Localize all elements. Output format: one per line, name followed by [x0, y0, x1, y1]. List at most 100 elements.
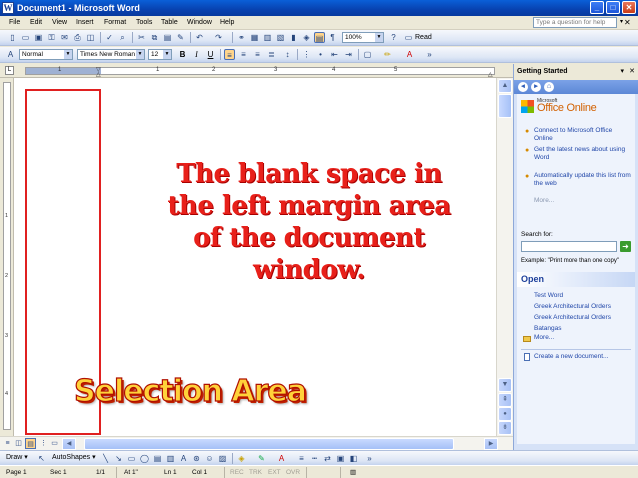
help-search-input[interactable]: Type a question for help [533, 17, 617, 28]
latest-news-link[interactable]: Get the latest news about using Word [534, 146, 632, 162]
fill-color-icon[interactable]: ◈ [236, 453, 247, 464]
show-hide-icon[interactable]: ¶ [327, 32, 338, 43]
read-icon[interactable]: ▭ [403, 32, 414, 43]
underline-button[interactable]: U [205, 49, 216, 60]
line-color-icon[interactable]: ✎ [256, 453, 267, 464]
autoshapes-menu-button[interactable]: AutoShapes ▾ [52, 453, 96, 463]
recent-file-link[interactable]: Greek Architectural Orders [534, 303, 611, 310]
document-page[interactable]: The blank space in the left margin area … [14, 78, 496, 436]
task-pane-header[interactable]: Getting Started ▾ ✕ [514, 64, 638, 80]
status-ovr[interactable]: OVR [286, 468, 300, 477]
right-indent-icon[interactable]: △ [488, 71, 493, 78]
rectangle-icon[interactable]: ▭ [126, 453, 137, 464]
menu-format[interactable]: Format [104, 18, 126, 28]
print-layout-icon[interactable]: ▤ [25, 438, 36, 449]
document-map-icon[interactable]: ▤ [314, 32, 325, 43]
recent-file-link[interactable]: Batangas [534, 325, 561, 332]
paste-icon[interactable]: ▤ [162, 32, 173, 43]
help-icon[interactable]: ? [388, 32, 399, 43]
save-icon[interactable]: ▣ [33, 32, 44, 43]
excel-icon[interactable]: ▧ [275, 32, 286, 43]
draw-menu-button[interactable]: Draw ▾ [6, 453, 28, 463]
menu-tools[interactable]: Tools [136, 18, 152, 28]
search-input[interactable] [521, 241, 617, 252]
spelling-status-icon[interactable]: ▥ [350, 468, 356, 477]
vertical-ruler[interactable]: 1 2 3 4 [0, 78, 14, 436]
minimize-button[interactable]: _ [590, 1, 604, 14]
arrow-icon[interactable]: ↘ [113, 453, 124, 464]
vertical-text-box-icon[interactable]: ▥ [165, 453, 176, 464]
title-bar[interactable]: W Document1 - Microsoft Word _ □ ✕ [0, 0, 638, 16]
text-box-icon[interactable]: ▤ [152, 453, 163, 464]
font-color-icon[interactable]: A [404, 49, 415, 60]
spelling-icon[interactable]: ✓ [104, 32, 115, 43]
picture-icon[interactable]: ▨ [217, 453, 228, 464]
line-spacing-icon[interactable]: ↕ [282, 49, 293, 60]
clip-art-icon[interactable]: ☺ [204, 453, 215, 464]
drawing-icon[interactable]: ◈ [301, 32, 312, 43]
oval-icon[interactable]: ◯ [139, 453, 150, 464]
open-icon[interactable]: ▭ [20, 32, 31, 43]
back-icon[interactable]: ◂ [518, 82, 528, 92]
horizontal-ruler[interactable]: L 1 1 2 3 4 5 ▽ △ △ [0, 64, 513, 78]
scroll-up-icon[interactable]: ▲ [498, 79, 512, 93]
line-icon[interactable]: ╲ [100, 453, 111, 464]
zoom-select[interactable]: 100% ▼ [342, 32, 384, 43]
task-pane-close-icon[interactable]: ✕ [629, 64, 635, 80]
new-document-icon[interactable]: ▯ [7, 32, 18, 43]
menu-file[interactable]: File [9, 18, 20, 28]
wordart-icon[interactable]: A [178, 453, 189, 464]
hyperlink-icon[interactable]: ⚭ [236, 32, 247, 43]
reading-layout-icon[interactable]: ▭ [49, 438, 60, 449]
font-size-select[interactable]: 12 ▼ [148, 49, 172, 60]
arrow-style-icon[interactable]: ⇄ [322, 453, 333, 464]
format-painter-icon[interactable]: ✎ [175, 32, 186, 43]
permission-icon[interactable]: ⚿ [46, 32, 57, 43]
scroll-thumb[interactable] [498, 94, 512, 118]
highlight-icon[interactable]: ✏ [382, 49, 393, 60]
menu-help[interactable]: Help [220, 18, 234, 28]
status-trk[interactable]: TRK [249, 468, 262, 477]
menu-table[interactable]: Table [161, 18, 178, 28]
menu-edit[interactable]: Edit [30, 18, 42, 28]
recent-file-link[interactable]: Greek Architectural Orders [534, 314, 611, 321]
justify-icon[interactable]: ≣ [266, 49, 277, 60]
menu-insert[interactable]: Insert [76, 18, 94, 28]
more-link[interactable]: More... [534, 197, 554, 204]
research-icon[interactable]: ⌕ [117, 32, 128, 43]
hanging-indent-icon[interactable]: △ [96, 71, 101, 78]
status-rec[interactable]: REC [230, 468, 244, 477]
toolbar-options-icon[interactable]: » [424, 49, 435, 60]
search-go-icon[interactable]: ➜ [620, 241, 631, 252]
drawing-options-icon[interactable]: » [364, 453, 375, 464]
maximize-button[interactable]: □ [606, 1, 620, 14]
redo-icon[interactable]: ↷ [213, 32, 224, 43]
print-icon[interactable]: ⎙ [72, 32, 83, 43]
recent-file-link[interactable]: Test Word [534, 292, 563, 299]
dash-style-icon[interactable]: ┅ [309, 453, 320, 464]
line-style-icon[interactable]: ≡ [296, 453, 307, 464]
horizontal-scrollbar[interactable]: ≡ ◫ ▤ ⋮ ▭ ◀ ▶ [0, 436, 513, 450]
auto-update-link[interactable]: Automatically update this list from the … [534, 172, 632, 188]
previous-page-icon[interactable]: ⇞ [498, 393, 512, 407]
scroll-down-icon[interactable]: ▼ [498, 378, 512, 392]
tab-selector-icon[interactable]: L [5, 66, 14, 75]
horizontal-scroll-thumb[interactable] [84, 438, 454, 450]
next-page-icon[interactable]: ⇟ [498, 421, 512, 435]
cut-icon[interactable]: ✂ [136, 32, 147, 43]
menu-window[interactable]: Window [187, 18, 212, 28]
borders-icon[interactable]: ▢ [362, 49, 373, 60]
email-icon[interactable]: ✉ [59, 32, 70, 43]
bullets-icon[interactable]: • [315, 49, 326, 60]
select-objects-icon[interactable]: ↖ [36, 453, 47, 464]
insert-table-icon[interactable]: ▥ [262, 32, 273, 43]
align-left-icon[interactable]: ≡ [224, 49, 235, 60]
print-preview-icon[interactable]: ◫ [85, 32, 96, 43]
connect-online-link[interactable]: Connect to Microsoft Office Online [534, 127, 632, 143]
align-center-icon[interactable]: ≡ [238, 49, 249, 60]
font-select[interactable]: Times New Roman ▼ [77, 49, 145, 60]
scroll-left-icon[interactable]: ◀ [62, 438, 76, 450]
vertical-scrollbar[interactable]: ▲ ▼ ⇞ ● ⇟ [496, 78, 513, 436]
document-close-icon[interactable]: ✕ [624, 18, 631, 27]
help-dropdown-icon[interactable]: ▾ [620, 18, 623, 25]
